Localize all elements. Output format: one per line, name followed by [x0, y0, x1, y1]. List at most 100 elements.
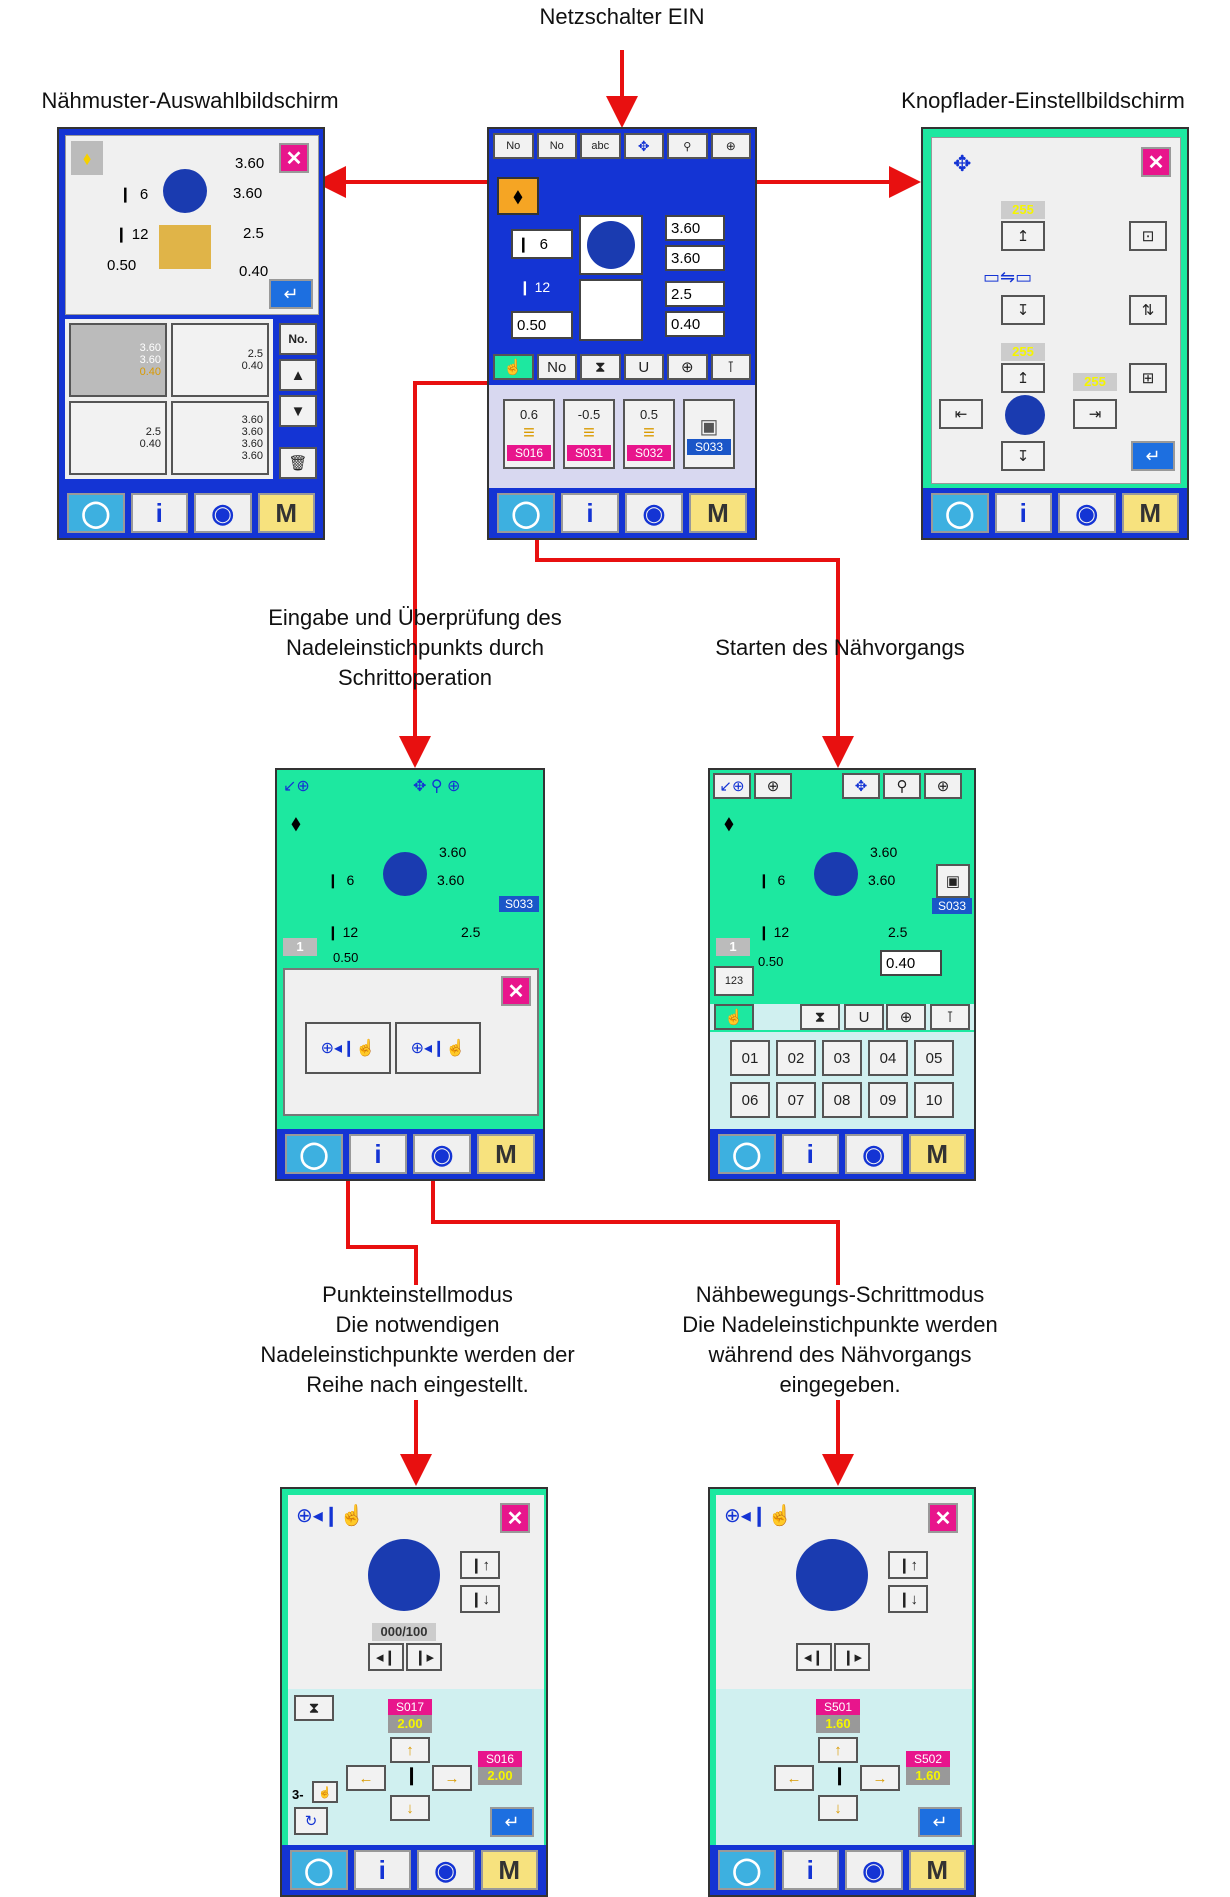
communication-button[interactable]: ◉	[417, 1850, 475, 1890]
offset-field[interactable]: 0.40	[665, 311, 725, 337]
info-button[interactable]: i	[561, 493, 619, 533]
mode-button[interactable]: M	[477, 1134, 535, 1174]
close-button[interactable]: ✕	[928, 1503, 958, 1533]
close-button[interactable]: ✕	[279, 143, 309, 173]
no-input-button[interactable]: No.	[279, 323, 317, 355]
pattern-button-04[interactable]: 04	[868, 1040, 908, 1076]
thread-button[interactable]: ⚲	[667, 133, 708, 159]
pattern-button-02[interactable]: 02	[776, 1040, 816, 1076]
close-button[interactable]: ✕	[500, 1503, 530, 1533]
reset-button[interactable]: ◯	[718, 1850, 776, 1890]
no-select-button[interactable]: No	[536, 133, 577, 159]
width1-field[interactable]: 3.60	[665, 215, 725, 241]
height-field[interactable]: 2.5	[665, 281, 725, 307]
character-button[interactable]: abc	[580, 133, 621, 159]
counter-button[interactable]: 123	[714, 966, 754, 996]
popup-close-button[interactable]: ✕	[501, 976, 531, 1006]
step-mode-button[interactable]: ⊕◂❙☝	[395, 1022, 481, 1074]
down-arrow-button[interactable]: ↓	[818, 1795, 858, 1821]
refresh-button[interactable]: ↻	[294, 1807, 328, 1835]
feed-field[interactable]: 0.50	[511, 311, 573, 339]
needle-up-button[interactable]: ❙↑	[888, 1551, 928, 1579]
down-button-2[interactable]: ↧	[1001, 441, 1045, 471]
pattern-item-2[interactable]: 2.5 0.40	[171, 323, 269, 397]
reset-button[interactable]: ◯	[67, 493, 125, 533]
down-arrow-button[interactable]: ↓	[390, 1795, 430, 1821]
winder-button[interactable]: U	[844, 1004, 884, 1030]
pattern-item-4[interactable]: 3.60 3.60 3.60 3.60	[171, 401, 269, 475]
next-point-button[interactable]: ❙▸	[406, 1643, 442, 1671]
mode-button[interactable]: M	[908, 1850, 966, 1890]
info-button[interactable]: i	[353, 1850, 411, 1890]
communication-button[interactable]: ◉	[625, 493, 683, 533]
loader-adjust-button[interactable]: ✥	[842, 773, 880, 799]
thread-button[interactable]: ⚲	[883, 773, 921, 799]
left-arrow-button[interactable]: ←	[774, 1765, 814, 1791]
thread-trim-button[interactable]: ⊺	[930, 1004, 970, 1030]
pattern-button-10[interactable]: 10	[914, 1082, 954, 1118]
communication-button[interactable]: ◉	[194, 493, 252, 533]
button-position-button[interactable]: ⊕	[710, 133, 751, 159]
pattern-item-1[interactable]: 3.60 3.60 0.40	[69, 323, 167, 397]
reset-button[interactable]: ◯	[931, 493, 989, 533]
scroll-down-button[interactable]: ▼	[279, 395, 317, 427]
up-arrow-button[interactable]: ↑	[818, 1737, 858, 1763]
left-button[interactable]: ⇤	[939, 399, 983, 429]
mode-button[interactable]: M	[689, 493, 747, 533]
counter-button[interactable]: ⊕	[667, 354, 708, 380]
info-button[interactable]: i	[130, 493, 188, 533]
pattern-button-07[interactable]: 07	[776, 1082, 816, 1118]
communication-button[interactable]: ◉	[845, 1134, 903, 1174]
enter-button[interactable]: ↵	[490, 1807, 534, 1837]
pattern-button-06[interactable]: 06	[730, 1082, 770, 1118]
step-back-button[interactable]: ↙⊕	[713, 773, 751, 799]
presser-button[interactable]: ⧗	[294, 1695, 334, 1721]
presser-button[interactable]: ⧗	[580, 354, 621, 380]
icon-button-s033[interactable]: ▣ S033	[683, 399, 735, 469]
pattern-number-icon[interactable]: ⬧	[497, 177, 539, 215]
needle-up-button[interactable]: ❙↑	[460, 1551, 500, 1579]
delete-button[interactable]: 🗑	[279, 447, 317, 479]
close-button[interactable]: ✕	[1141, 147, 1171, 177]
bobbin-button[interactable]: ▣	[936, 864, 970, 898]
needle-down-button[interactable]: ❙↓	[460, 1585, 500, 1613]
step-check-button[interactable]: ☝	[714, 1004, 754, 1030]
up-button-1[interactable]: ↥	[1001, 221, 1045, 251]
pattern-button-01[interactable]: 01	[730, 1040, 770, 1076]
communication-button[interactable]: ◉	[845, 1850, 903, 1890]
enter-button[interactable]: ↵	[918, 1807, 962, 1837]
presser-button[interactable]: ⧗	[800, 1004, 840, 1030]
mode-button[interactable]: M	[480, 1850, 538, 1890]
info-button[interactable]: i	[781, 1134, 839, 1174]
mode-button[interactable]: M	[257, 493, 315, 533]
icon-button-s032[interactable]: 0.5 ≡ S032	[623, 399, 675, 469]
loader-origin-button[interactable]: ⊕	[754, 773, 792, 799]
enter-button[interactable]: ↵	[1131, 441, 1175, 471]
icon-button-s016[interactable]: 0.6 ≡ S016	[503, 399, 555, 469]
point-mode-button[interactable]: ⊕◂❙☝	[305, 1022, 391, 1074]
thread-trim-button[interactable]: ⊺	[710, 354, 751, 380]
origin-button[interactable]: ⊡	[1129, 221, 1167, 251]
reset-button[interactable]: ◯	[290, 1850, 348, 1890]
right-button[interactable]: ⇥	[1073, 399, 1117, 429]
info-button[interactable]: i	[994, 493, 1052, 533]
pattern-button-05[interactable]: 05	[914, 1040, 954, 1076]
down-button-1[interactable]: ↧	[1001, 295, 1045, 325]
reset-button[interactable]: ◯	[718, 1134, 776, 1174]
stitch-count-field[interactable]: ❙ 6	[511, 229, 573, 259]
communication-button[interactable]: ◉	[1058, 493, 1116, 533]
mode-button[interactable]: M	[1121, 493, 1179, 533]
mode-button[interactable]: M	[908, 1134, 966, 1174]
enter-button[interactable]: ↵	[269, 279, 313, 309]
prev-point-button[interactable]: ◂❙	[368, 1643, 404, 1671]
width2-field[interactable]: 3.60	[665, 245, 725, 271]
winder-button[interactable]: U	[623, 354, 664, 380]
icon-button-s031[interactable]: -0.5 ≡ S031	[563, 399, 615, 469]
pattern-button-03[interactable]: 03	[822, 1040, 862, 1076]
scroll-up-button[interactable]: ▲	[279, 359, 317, 391]
info-button[interactable]: i	[781, 1850, 839, 1890]
loader-adjust-button[interactable]: ✥	[623, 133, 664, 159]
step-check-button[interactable]: ☝	[493, 354, 534, 380]
up-arrow-button[interactable]: ↑	[390, 1737, 430, 1763]
step-setting-button[interactable]: ☝	[312, 1781, 338, 1803]
